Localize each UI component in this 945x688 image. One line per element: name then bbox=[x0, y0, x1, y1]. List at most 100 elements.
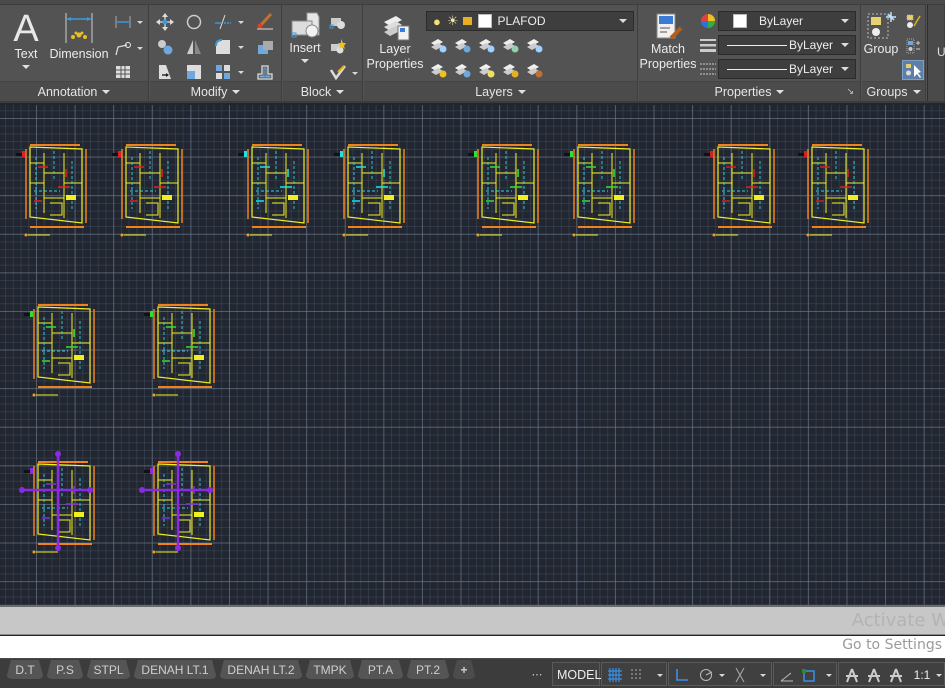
add-layout-tab-button[interactable]: + bbox=[452, 660, 476, 679]
layer-dropdown[interactable]: ● ☀ PLAFOD bbox=[426, 11, 634, 31]
modify-panel-footer[interactable]: Modify bbox=[150, 81, 281, 101]
erase-icon[interactable] bbox=[256, 12, 274, 30]
linetype-dropdown[interactable]: ByLayer bbox=[718, 59, 856, 79]
ungroup-icon[interactable] bbox=[904, 12, 922, 30]
plan-4[interactable] bbox=[332, 143, 412, 238]
layout-tab-p-s[interactable]: P.S bbox=[46, 660, 84, 679]
layer-properties-label-1: Layer bbox=[379, 42, 411, 56]
layout-tab-tmpk[interactable]: TMPK bbox=[305, 660, 355, 679]
group-edit-icon[interactable] bbox=[904, 37, 922, 55]
grid-icon[interactable] bbox=[606, 664, 624, 686]
properties-panel-footer[interactable]: Properties ↘ bbox=[639, 81, 860, 101]
block-panel-footer[interactable]: Block bbox=[283, 81, 362, 101]
plan-3[interactable] bbox=[236, 143, 316, 238]
create-block-icon[interactable] bbox=[329, 13, 347, 31]
layer-thaw-all-icon[interactable] bbox=[478, 61, 496, 79]
fillet-icon[interactable] bbox=[214, 38, 232, 56]
annotation-visibility-icon[interactable] bbox=[843, 664, 861, 686]
make-current-icon[interactable] bbox=[526, 36, 544, 54]
layer-merge-icon[interactable] bbox=[526, 61, 544, 79]
ortho-icon[interactable] bbox=[673, 664, 691, 686]
layout-tab-stpl[interactable]: STPL bbox=[86, 660, 131, 679]
plan-11[interactable] bbox=[19, 451, 102, 555]
plan-10[interactable] bbox=[142, 303, 222, 398]
autoscale-icon[interactable] bbox=[865, 664, 883, 686]
layer-match-icon[interactable] bbox=[454, 36, 472, 54]
trim-icon[interactable] bbox=[214, 13, 232, 31]
explode-icon[interactable] bbox=[256, 38, 274, 56]
layer-unisolate-icon[interactable] bbox=[430, 61, 448, 79]
color-dropdown[interactable]: ByLayer bbox=[718, 11, 856, 31]
layer-walk-icon[interactable] bbox=[454, 61, 472, 79]
layers-panel-footer[interactable]: Layers bbox=[364, 81, 637, 101]
model-button[interactable]: MODEL bbox=[552, 662, 601, 686]
text-button[interactable]: A Text bbox=[8, 9, 44, 69]
edit-block-icon[interactable] bbox=[329, 38, 347, 56]
layer-freeze-icon[interactable] bbox=[478, 36, 496, 54]
plan-6[interactable] bbox=[562, 143, 642, 238]
layout-tab-denah-lt-1[interactable]: DENAH LT.1 bbox=[133, 660, 217, 679]
annotation-scale-icon[interactable] bbox=[887, 664, 905, 686]
isodraft-dropdown[interactable] bbox=[760, 674, 766, 677]
move-icon[interactable] bbox=[156, 13, 174, 31]
array-dropdown[interactable] bbox=[238, 71, 244, 74]
annotation-scale-dropdown[interactable] bbox=[936, 674, 942, 677]
layout-tab-denah-lt-2[interactable]: DENAH LT.2 bbox=[219, 660, 303, 679]
layout-tab-pt-2[interactable]: PT.2 bbox=[406, 660, 450, 679]
plan-2[interactable] bbox=[110, 143, 190, 238]
linear-dimension-icon[interactable] bbox=[114, 13, 132, 31]
layout-tab-d-t[interactable]: D.T bbox=[6, 660, 44, 679]
copy-icon[interactable] bbox=[156, 38, 174, 56]
leader-icon[interactable] bbox=[114, 39, 132, 57]
scale-icon[interactable] bbox=[185, 63, 203, 81]
stretch-icon[interactable] bbox=[156, 63, 174, 81]
object-snap-tracking-icon[interactable] bbox=[778, 664, 796, 686]
plan-8[interactable] bbox=[796, 143, 876, 238]
rotate-icon[interactable] bbox=[185, 13, 203, 31]
edit-attributes-icon[interactable] bbox=[329, 63, 347, 81]
layer-thaw-icon[interactable]: ☀ bbox=[447, 13, 459, 29]
plan-12[interactable] bbox=[139, 451, 222, 555]
table-icon[interactable] bbox=[114, 63, 132, 81]
annotation-scale-value[interactable]: 1:1 bbox=[911, 664, 933, 686]
isodraft-icon[interactable] bbox=[731, 664, 749, 686]
plan-7[interactable] bbox=[702, 143, 782, 238]
fillet-dropdown[interactable] bbox=[238, 46, 244, 49]
layout-tab-pt-a[interactable]: PT.A bbox=[357, 660, 404, 679]
plan-1[interactable] bbox=[14, 143, 94, 238]
plan-9[interactable] bbox=[22, 303, 102, 398]
lineweight-dropdown[interactable]: ByLayer bbox=[718, 35, 856, 55]
group-button[interactable]: Group bbox=[864, 12, 898, 57]
mirror-icon[interactable] bbox=[185, 38, 203, 56]
snap-dropdown[interactable] bbox=[657, 674, 663, 677]
layer-lock-icon[interactable] bbox=[502, 36, 520, 54]
match-properties-button[interactable]: Match Properties bbox=[639, 12, 697, 72]
edit-attributes-dropdown[interactable] bbox=[352, 72, 358, 75]
layer-unlock-all-icon[interactable] bbox=[502, 61, 520, 79]
layer-on-icon[interactable]: ● bbox=[433, 14, 441, 29]
polar-icon[interactable] bbox=[697, 664, 715, 686]
linear-dimension-dropdown[interactable] bbox=[137, 21, 143, 24]
groups-panel-footer[interactable]: Groups bbox=[862, 81, 925, 101]
command-input[interactable] bbox=[0, 636, 945, 658]
properties-dialog-launcher-icon[interactable]: ↘ bbox=[846, 86, 854, 97]
array-icon[interactable] bbox=[214, 63, 232, 81]
layer-unlock-icon[interactable] bbox=[462, 17, 472, 25]
status-bar-customize-icon[interactable]: ⋯ bbox=[530, 663, 544, 685]
layers-panel-label: Layers bbox=[475, 84, 513, 99]
drawing-canvas[interactable] bbox=[0, 105, 945, 605]
leader-dropdown[interactable] bbox=[137, 47, 143, 50]
osnap-icon[interactable] bbox=[800, 664, 818, 686]
trim-dropdown[interactable] bbox=[238, 21, 244, 24]
layer-isolate-icon[interactable] bbox=[430, 36, 448, 54]
offset-icon[interactable] bbox=[256, 63, 274, 81]
polar-dropdown[interactable] bbox=[719, 674, 725, 677]
insert-button[interactable]: Insert bbox=[287, 11, 323, 63]
layer-properties-button[interactable]: Layer Properties bbox=[366, 12, 424, 72]
annotation-panel-footer[interactable]: Annotation bbox=[0, 81, 148, 101]
dimension-button[interactable]: Dimension bbox=[48, 11, 110, 62]
osnap-dropdown[interactable] bbox=[826, 674, 832, 677]
group-selection-toggle-icon[interactable] bbox=[902, 60, 924, 80]
snap-icon[interactable] bbox=[628, 664, 646, 686]
plan-5[interactable] bbox=[466, 143, 546, 238]
